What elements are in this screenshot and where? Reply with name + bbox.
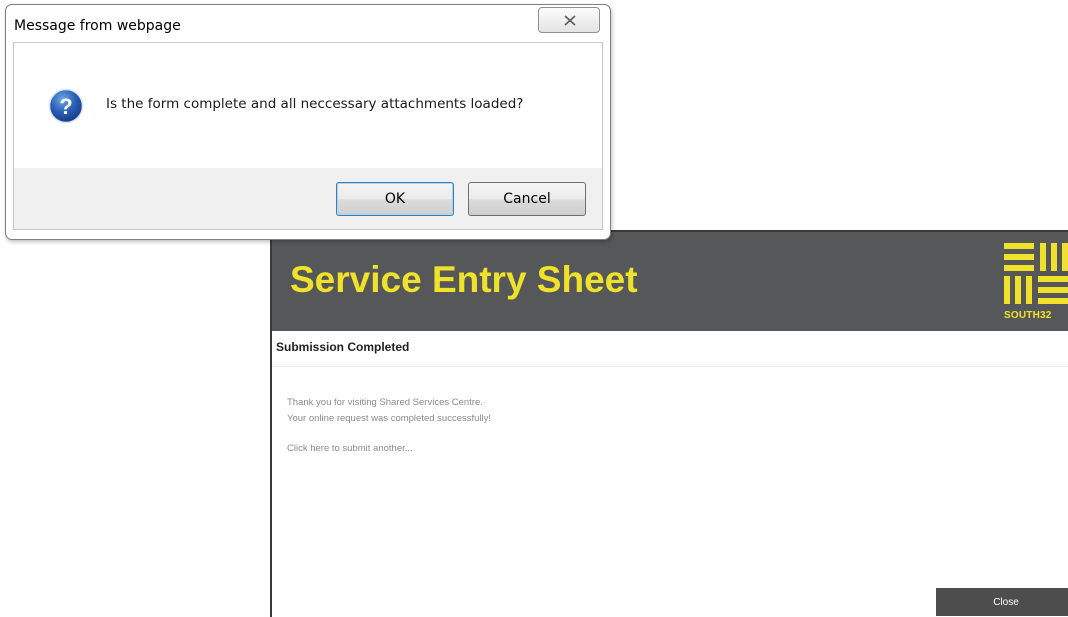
message-dialog: Message from webpage ? Is the form compl… [5, 4, 611, 240]
dialog-message: Is the form complete and all neccessary … [106, 96, 524, 112]
south32-logo-mark [1004, 243, 1068, 304]
submission-status-bar: Submission Completed [272, 331, 1068, 367]
screen: Service Entry Sheet SOUTH32 Submission C… [0, 0, 1068, 617]
svg-text:?: ? [59, 94, 72, 119]
question-icon: ? [48, 88, 84, 124]
dialog-title: Message from webpage [14, 18, 181, 34]
thank-you-text: Thank you for visiting Shared Services C… [287, 397, 483, 408]
south32-logo: SOUTH32 [1004, 243, 1068, 323]
page-header: Service Entry Sheet SOUTH32 [272, 232, 1068, 331]
cancel-button[interactable]: Cancel [468, 182, 586, 216]
submission-status-title: Submission Completed [276, 340, 410, 354]
page-title: Service Entry Sheet [290, 259, 638, 300]
ok-button[interactable]: OK [336, 182, 454, 216]
close-button[interactable]: Close [936, 588, 1068, 616]
dialog-close-button[interactable] [538, 7, 600, 33]
logo-wordmark: SOUTH32 [1004, 310, 1052, 321]
close-icon [564, 15, 576, 26]
success-text: Your online request was completed succes… [287, 413, 492, 424]
submit-another-link[interactable]: Click here to submit another... [287, 443, 413, 454]
service-entry-page: Service Entry Sheet SOUTH32 Submission C… [270, 230, 1068, 617]
